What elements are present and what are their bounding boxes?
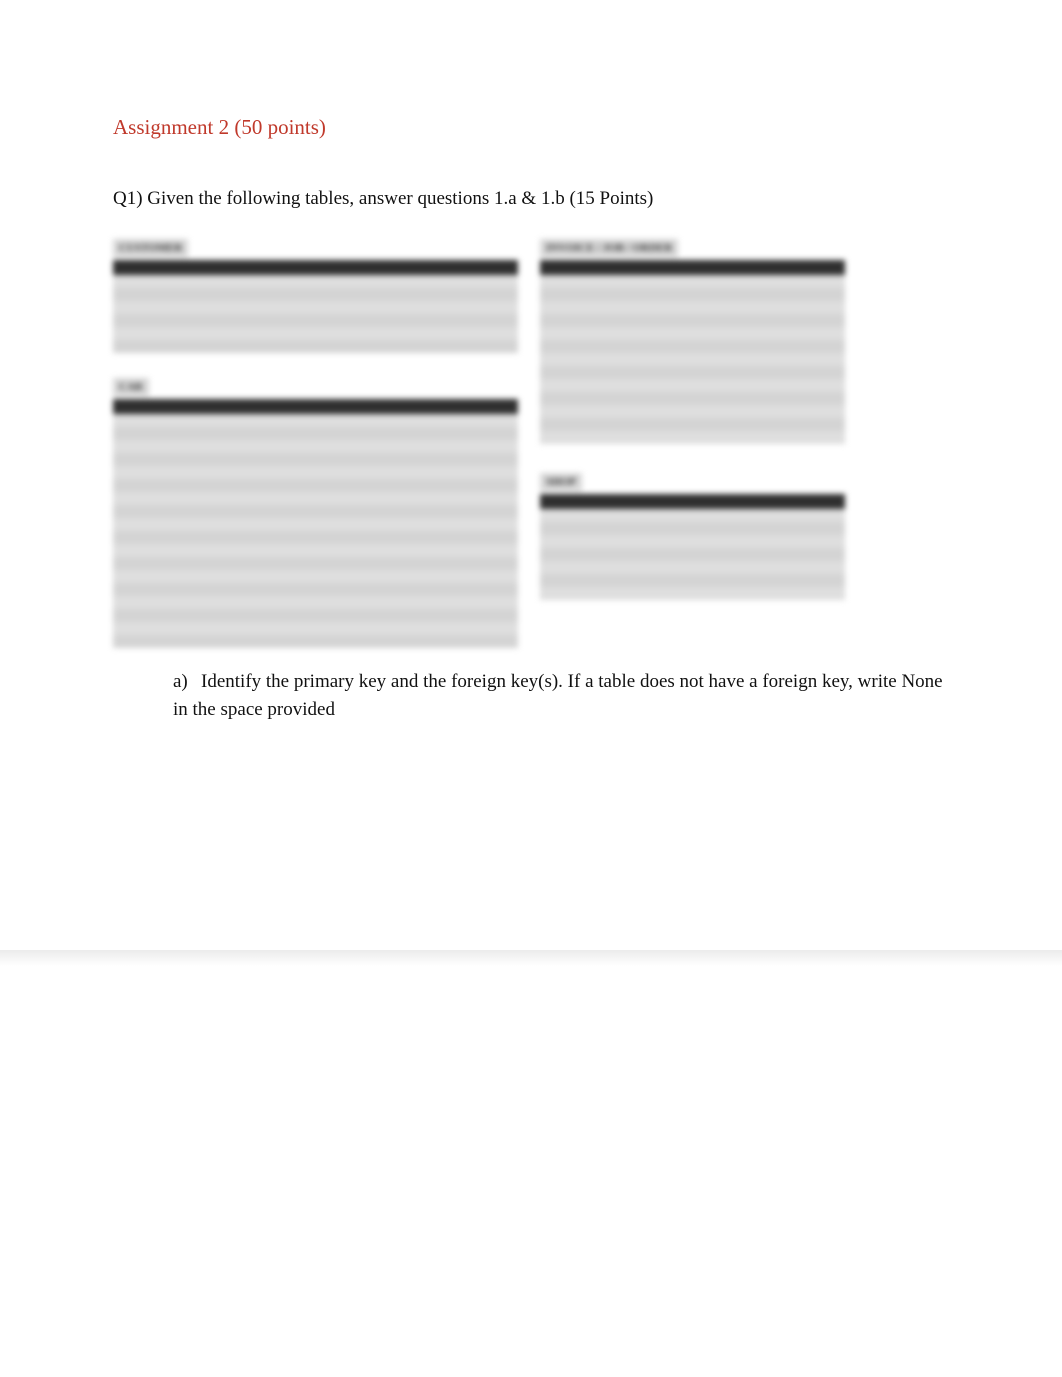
- customer-table: CUSTOMER: [113, 238, 518, 353]
- car-table: CAR: [113, 377, 518, 648]
- q1-intro: Q1) Given the following tables, answer q…: [113, 188, 949, 210]
- subq-a-text: Identify the primary key and the foreign…: [173, 671, 943, 720]
- shop-table: SHOP: [540, 472, 845, 600]
- invoice-title: INVOICE / JOB / ORDER: [540, 239, 678, 257]
- shop-title: SHOP: [540, 473, 582, 491]
- page-shadow: [0, 950, 1062, 966]
- figures-container: CUSTOMER CAR: [113, 238, 949, 648]
- invoice-table: INVOICE / JOB / ORDER: [540, 238, 845, 444]
- car-title: CAR: [113, 378, 149, 396]
- subq-a-marker: a): [173, 668, 201, 696]
- subquestion-a: a)Identify the primary key and the forei…: [113, 668, 949, 723]
- page-title: Assignment 2 (50 points): [113, 115, 949, 140]
- customer-title: CUSTOMER: [113, 239, 188, 257]
